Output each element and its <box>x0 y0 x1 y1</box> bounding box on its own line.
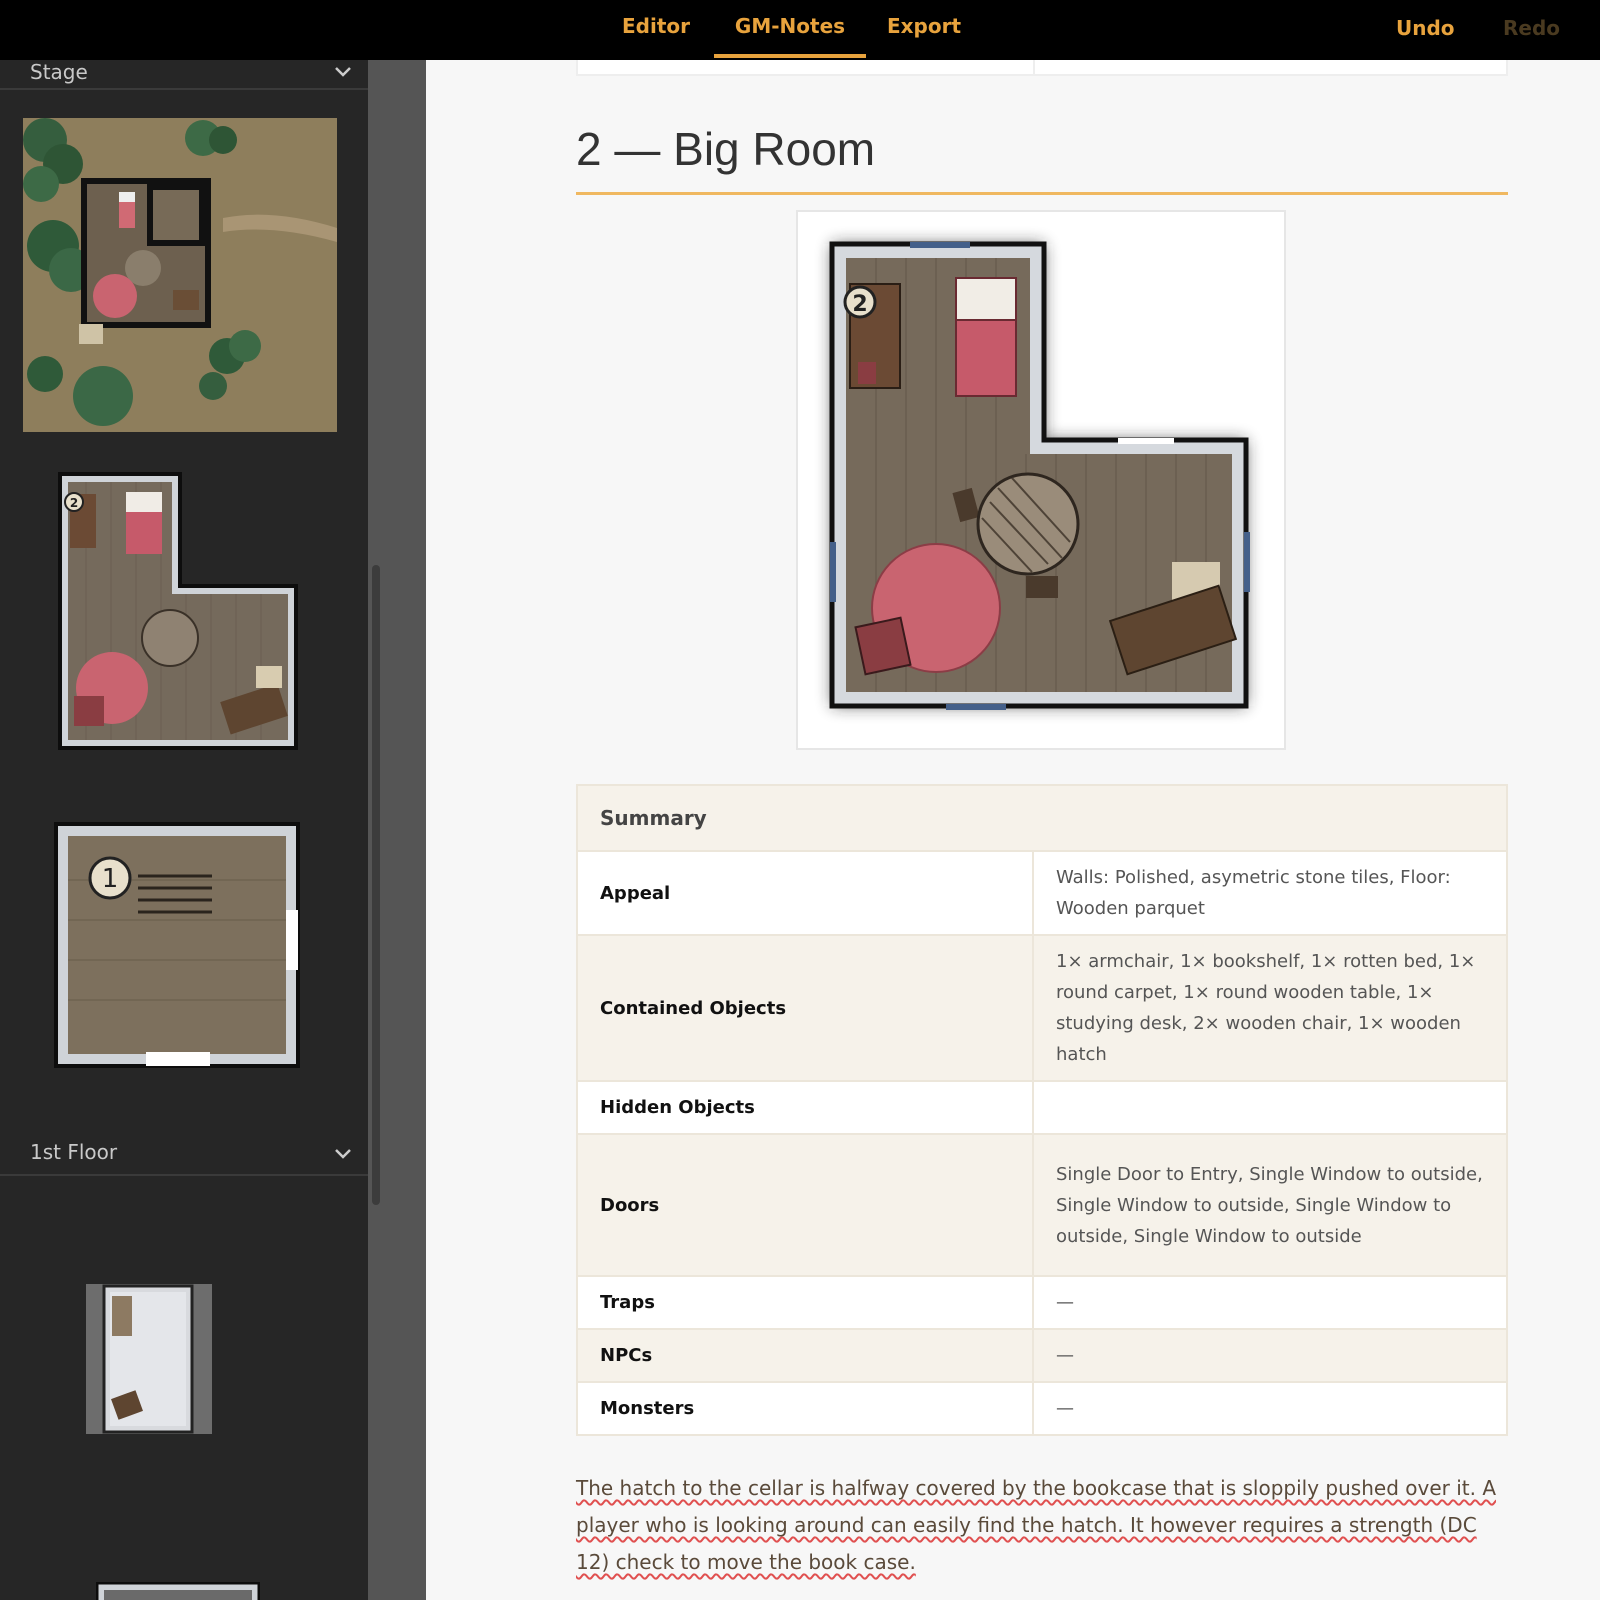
top-toolbar: Editor GM-Notes Export Undo Redo <box>0 0 1600 60</box>
row-key: Traps <box>576 1275 1034 1330</box>
room-marker-label: 2 <box>70 496 78 510</box>
row-key: NPCs <box>576 1328 1034 1383</box>
row-value: — <box>1032 1275 1508 1330</box>
undo-button[interactable]: Undo <box>1396 0 1455 60</box>
room-2-thumbnail[interactable]: 2 <box>56 470 300 752</box>
table-row: Contained Objects 1× armchair, 1× booksh… <box>576 934 1508 1082</box>
sidebar-scrollbar-thumb[interactable] <box>372 565 380 1205</box>
table-row: NPCs — <box>576 1328 1508 1383</box>
room-1-thumbnail[interactable]: 1 <box>52 820 302 1070</box>
chevron-down-icon[interactable] <box>332 60 354 82</box>
room-map-frame: 2 <box>796 210 1286 750</box>
table-row: Traps — <box>576 1275 1508 1330</box>
gm-note-content: The hatch to the cellar is halfway cover… <box>576 1476 1496 1574</box>
row-key: Contained Objects <box>576 934 1034 1082</box>
map-sidebar: Stage 2 1 1st Floor <box>0 60 368 1600</box>
tab-gm-notes[interactable]: GM-Notes <box>714 0 866 60</box>
room-title: 2 — Big Room <box>576 123 876 175</box>
table-row: Doors Single Door to Entry, Single Windo… <box>576 1133 1508 1277</box>
tab-editor[interactable]: Editor <box>612 0 700 60</box>
sidebar-section-label: 1st Floor <box>30 1140 118 1164</box>
stage-map-thumbnail[interactable] <box>23 118 337 432</box>
summary-header: Summary <box>576 784 1508 852</box>
row-value <box>1032 1080 1508 1135</box>
row-value: Single Door to Entry, Single Window to o… <box>1032 1133 1508 1277</box>
table-row: Hidden Objects <box>576 1080 1508 1135</box>
1st-floor-room-thumbnail[interactable] <box>86 1284 212 1434</box>
room-2-map: 2 <box>829 241 1250 710</box>
gm-note-text[interactable]: The hatch to the cellar is halfway cover… <box>576 1470 1511 1581</box>
room-marker-label: 1 <box>102 864 119 894</box>
room-marker-label: 2 <box>852 292 867 317</box>
sidebar-section-stage[interactable]: Stage <box>0 60 368 90</box>
row-value: 1× armchair, 1× bookshelf, 1× rotten bed… <box>1032 934 1508 1082</box>
row-key: Doors <box>576 1133 1034 1277</box>
row-key: Appeal <box>576 850 1034 936</box>
row-key: Hidden Objects <box>576 1080 1034 1135</box>
gm-notes-content: 2 — Big Room 2 Summary Appeal Walls: Pol… <box>426 60 1600 1600</box>
row-value: — <box>1032 1328 1508 1383</box>
next-room-thumbnail[interactable] <box>96 1582 260 1600</box>
chevron-down-icon[interactable] <box>332 1142 354 1164</box>
redo-button[interactable]: Redo <box>1503 0 1560 60</box>
row-key: Monsters <box>576 1381 1034 1436</box>
row-value: — <box>1032 1381 1508 1436</box>
title-divider <box>576 192 1508 195</box>
tab-export[interactable]: Export <box>876 0 972 60</box>
row-value: Walls: Polished, asymetric stone tiles, … <box>1032 850 1508 936</box>
summary-table: Summary Appeal Walls: Polished, asymetri… <box>576 784 1508 1436</box>
sidebar-section-label: Stage <box>30 60 88 84</box>
table-row: Monsters — <box>576 1381 1508 1436</box>
previous-table-end <box>576 60 1508 76</box>
table-row: Appeal Walls: Polished, asymetric stone … <box>576 850 1508 936</box>
sidebar-section-1st-floor[interactable]: 1st Floor <box>0 1130 368 1176</box>
